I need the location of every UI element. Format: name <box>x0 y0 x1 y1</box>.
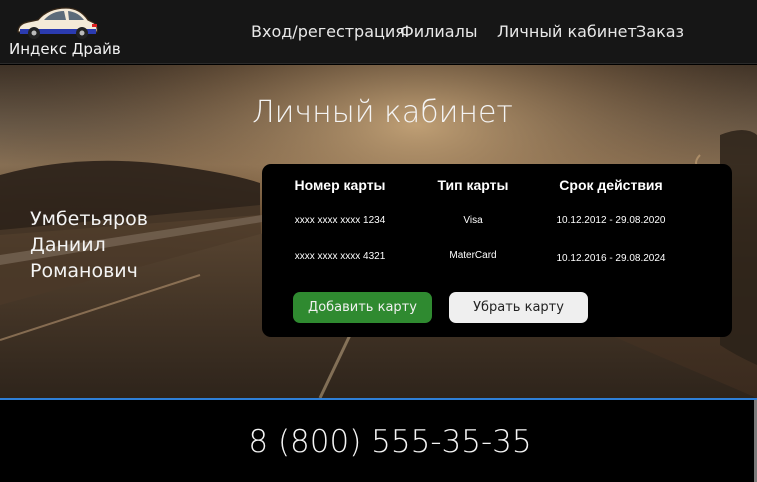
contact-phone[interactable]: 8 (800) 555-35-35 <box>0 424 757 460</box>
site-footer: 8 (800) 555-35-35 <box>0 400 757 482</box>
card-row-2-validity: 10.12.2016 - 29.08.2024 <box>556 253 666 264</box>
user-last-name: Умбетьяров <box>30 208 148 230</box>
card-row-2-type: MaterCard <box>449 250 497 261</box>
column-header-card-number: Номер карты <box>294 177 386 193</box>
brand-name: Индекс Драйв <box>9 40 121 58</box>
cards-panel: Номер карты Тип карты Срок действия xxxx… <box>262 164 732 337</box>
card-row-1-type: Visa <box>463 215 483 226</box>
add-card-button[interactable]: Добавить карту <box>293 292 432 323</box>
user-patronymic: Романович <box>30 260 138 282</box>
site-header: Индекс Драйв Вход/регестрация Филиалы Ли… <box>0 0 757 64</box>
user-first-name: Даниил <box>30 234 106 256</box>
main-nav: Вход/регестрация Филиалы Личный кабинет … <box>0 22 757 42</box>
card-row-1-validity: 10.12.2012 - 29.08.2020 <box>556 215 666 226</box>
card-row-1-number: xxxx xxxx xxxx 1234 <box>294 215 386 226</box>
user-full-name: Умбетьяров Даниил Романович <box>30 206 230 284</box>
column-header-card-type: Тип карты <box>437 177 509 193</box>
page-title: Личный кабинет <box>252 95 513 130</box>
nav-personal-account[interactable]: Личный кабинет <box>497 22 637 41</box>
nav-login-register[interactable]: Вход/регестрация <box>251 22 405 41</box>
hero-section: Личный кабинет Умбетьяров Даниил Романов… <box>0 65 757 398</box>
nav-branches[interactable]: Филиалы <box>400 22 477 41</box>
nav-order[interactable]: Заказ <box>636 22 684 41</box>
remove-card-button[interactable]: Убрать карту <box>449 292 588 323</box>
column-header-validity: Срок действия <box>559 177 663 193</box>
card-row-2-number: xxxx xxxx xxxx 4321 <box>294 251 386 262</box>
